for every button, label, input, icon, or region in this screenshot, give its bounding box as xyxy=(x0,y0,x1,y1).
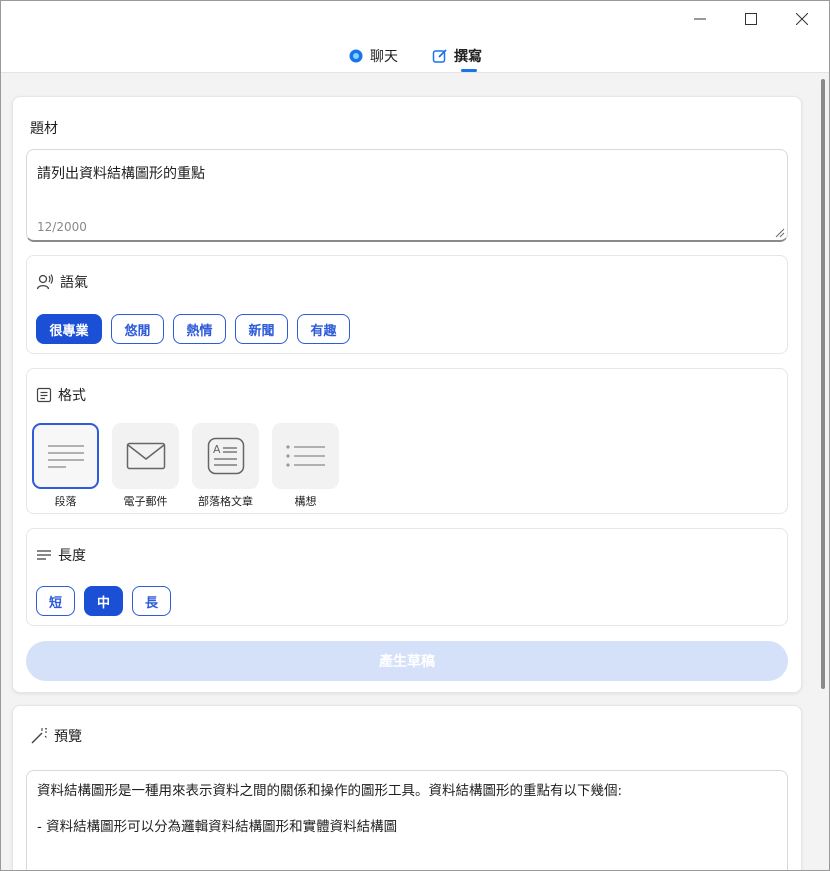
envelope-icon xyxy=(126,442,165,470)
tone-chip-casual[interactable]: 悠閒 xyxy=(111,314,164,344)
preview-content[interactable]: 資料結構圖形是一種用來表示資料之間的關係和操作的圖形工具。資料結構圖形的重點有以… xyxy=(26,770,788,870)
tone-header: 語氣 xyxy=(36,272,88,292)
format-option-paragraph[interactable]: 段落 xyxy=(32,423,99,509)
length-header: 長度 xyxy=(36,545,86,565)
compose-icon xyxy=(432,49,447,63)
length-chip-short[interactable]: 短 xyxy=(36,586,75,616)
voice-icon xyxy=(36,274,54,290)
svg-text:A: A xyxy=(213,443,221,456)
preview-line: - 資料結構圖形可以分為邏輯資料結構圖形和實體資料結構圖 xyxy=(37,819,398,835)
mode-tabs: 聊天 撰寫 xyxy=(1,45,829,72)
format-option-label: 段落 xyxy=(54,495,77,508)
tab-chat-label: 聊天 xyxy=(370,49,398,65)
tone-section: 語氣 很專業 悠閒 熱情 新聞 有趣 xyxy=(26,255,788,354)
length-options: 短 中 長 xyxy=(36,586,171,616)
tab-compose[interactable]: 撰寫 xyxy=(432,45,482,72)
topic-label: 題材 xyxy=(30,121,58,137)
paragraph-icon xyxy=(47,445,84,468)
format-option-label: 構想 xyxy=(294,495,317,508)
chat-bubble-icon xyxy=(349,49,363,63)
maximize-button[interactable] xyxy=(728,5,774,33)
length-label: 長度 xyxy=(58,548,86,564)
preview-label: 預覽 xyxy=(54,729,82,745)
tone-chip-enthusiastic[interactable]: 熱情 xyxy=(173,314,226,344)
scrollbar[interactable] xyxy=(821,79,825,689)
preview-panel: 預覽 資料結構圖形是一種用來表示資料之間的關係和操作的圖形工具。資料結構圖形的重… xyxy=(12,705,802,870)
title-bar: 聊天 撰寫 xyxy=(1,1,829,73)
format-options: 段落 電子郵件 A 部落格文章 構想 xyxy=(32,423,339,509)
active-tab-indicator xyxy=(461,69,477,72)
maximize-icon xyxy=(745,13,757,25)
format-option-blog-post[interactable]: A 部落格文章 xyxy=(192,423,259,509)
format-icon xyxy=(36,387,52,403)
resize-grip-icon[interactable] xyxy=(775,228,785,238)
format-section: 格式 段落 電子郵件 A 部落格文章 構想 xyxy=(26,368,788,514)
tone-chip-funny[interactable]: 有趣 xyxy=(297,314,350,344)
generate-draft-button[interactable]: 產生草稿 xyxy=(26,641,788,681)
format-card-email[interactable] xyxy=(112,423,179,489)
format-card-blog-post[interactable]: A xyxy=(192,423,259,489)
tone-chip-professional[interactable]: 很專業 xyxy=(36,314,102,344)
format-card-paragraph[interactable] xyxy=(32,423,99,489)
minimize-icon xyxy=(694,18,706,20)
minimize-button[interactable] xyxy=(677,5,723,33)
char-counter: 12/2000 xyxy=(37,220,87,234)
blog-post-icon: A xyxy=(207,437,244,475)
format-label: 格式 xyxy=(58,388,86,404)
format-option-ideas[interactable]: 構想 xyxy=(272,423,339,509)
tone-options: 很專業 悠閒 熱情 新聞 有趣 xyxy=(36,314,350,344)
tab-chat[interactable]: 聊天 xyxy=(348,45,398,67)
app-window: 聊天 撰寫 題材 請列出資料結構圖形的重點 12/2000 語氣 很專業 悠閒 … xyxy=(0,0,830,871)
magic-wand-icon xyxy=(31,727,47,744)
format-header: 格式 xyxy=(36,385,86,405)
tab-compose-label: 撰寫 xyxy=(454,49,482,65)
topic-input-value: 請列出資料結構圖形的重點 xyxy=(37,166,205,182)
preview-line: 資料結構圖形是一種用來表示資料之間的關係和操作的圖形工具。資料結構圖形的重點有以… xyxy=(37,783,623,799)
topic-input[interactable]: 請列出資料結構圖形的重點 12/2000 xyxy=(26,149,788,242)
tone-chip-news[interactable]: 新聞 xyxy=(235,314,288,344)
format-option-email[interactable]: 電子郵件 xyxy=(112,423,179,509)
format-option-label: 部落格文章 xyxy=(198,495,253,508)
length-icon xyxy=(37,550,51,560)
compose-panel: 題材 請列出資料結構圖形的重點 12/2000 語氣 很專業 悠閒 熱情 新聞 … xyxy=(12,96,802,693)
close-icon xyxy=(796,13,808,25)
close-button[interactable] xyxy=(779,5,825,33)
length-chip-medium[interactable]: 中 xyxy=(84,586,123,616)
tone-label: 語氣 xyxy=(60,275,88,291)
length-section: 長度 短 中 長 xyxy=(26,528,788,626)
format-card-ideas[interactable] xyxy=(272,423,339,489)
bullet-list-icon xyxy=(285,445,325,467)
length-chip-long[interactable]: 長 xyxy=(132,586,171,616)
preview-header: 預覽 xyxy=(30,726,82,746)
format-option-label: 電子郵件 xyxy=(123,495,168,508)
